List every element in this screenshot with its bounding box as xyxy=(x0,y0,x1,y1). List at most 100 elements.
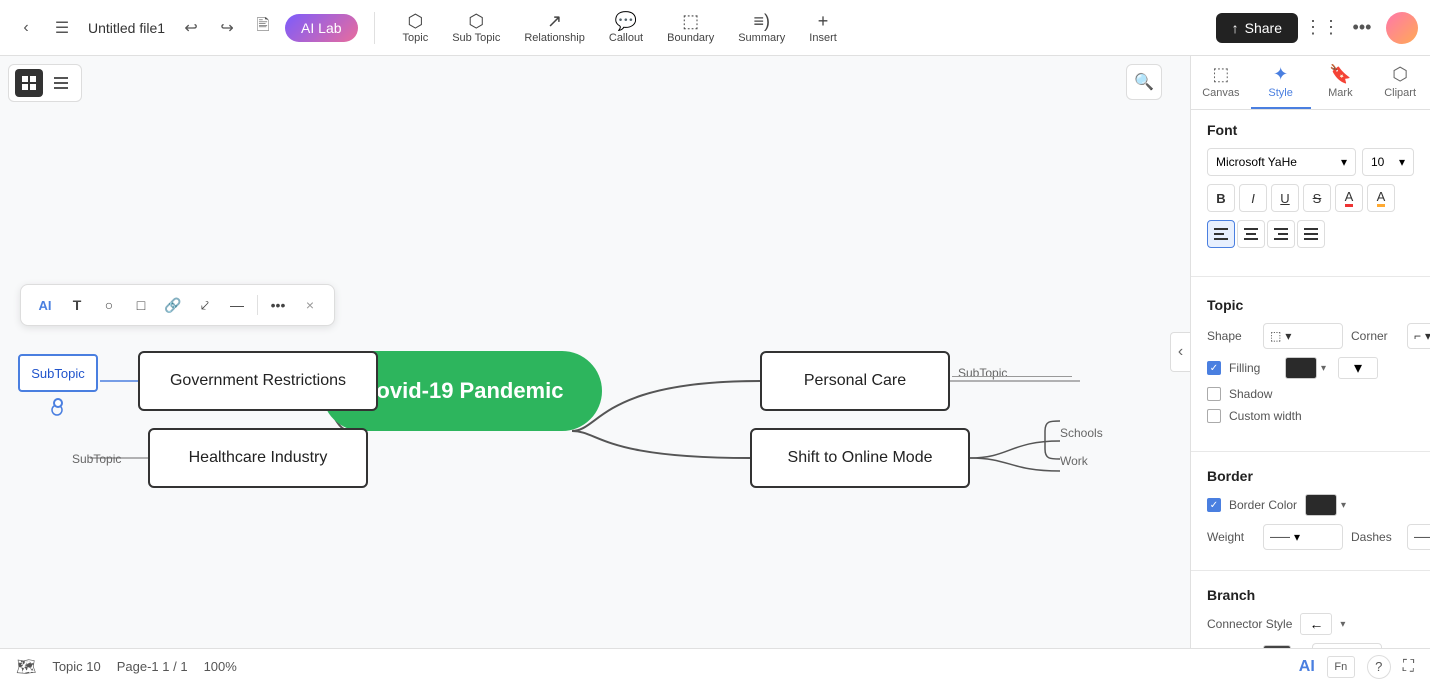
canvas-area[interactable]: 🔍 ‹ AI T ○ □ 🔗 ⤦ — ••• × xyxy=(0,56,1190,648)
personal-care-node[interactable]: Personal Care xyxy=(760,351,950,411)
tool-topic-label: Topic xyxy=(403,32,429,44)
font-size-arrow: ▾ xyxy=(1399,155,1405,169)
filling-color-swatch[interactable] xyxy=(1285,357,1317,379)
back-button[interactable]: ‹ xyxy=(12,14,40,42)
main-area: 🔍 ‹ AI T ○ □ 🔗 ⤦ — ••• × xyxy=(0,56,1430,648)
float-circle-button[interactable]: ○ xyxy=(95,291,123,319)
filling-secondary-arrow: ▾ xyxy=(1354,358,1362,378)
fn-button[interactable]: Fn xyxy=(1327,656,1355,678)
undo-button[interactable]: ↩ xyxy=(177,14,205,42)
filling-color-row: ▾ xyxy=(1285,357,1326,379)
online-mode-label: Shift to Online Mode xyxy=(788,449,933,467)
underline-button[interactable]: U xyxy=(1271,184,1299,212)
tool-boundary-label: Boundary xyxy=(667,32,714,44)
tool-insert-label: Insert xyxy=(809,32,837,44)
font-section: Font Microsoft YaHe ▾ 10 ▾ B I U S A xyxy=(1191,110,1430,268)
search-icon: 🔍 xyxy=(1134,72,1154,92)
float-line-button[interactable]: — xyxy=(223,291,251,319)
redo-button[interactable]: ↪ xyxy=(213,14,241,42)
align-justify-button[interactable] xyxy=(1297,220,1325,248)
float-branch-button[interactable]: ⤦ xyxy=(191,291,219,319)
corner-select[interactable]: ⌐ ▾ xyxy=(1407,323,1430,349)
float-more-button[interactable]: ••• xyxy=(264,291,292,319)
gov-restrictions-node[interactable]: Government Restrictions xyxy=(138,351,378,411)
tool-callout[interactable]: 💬 Callout xyxy=(597,8,655,48)
shadow-checkbox[interactable] xyxy=(1207,387,1221,401)
italic-button[interactable]: I xyxy=(1239,184,1267,212)
search-button[interactable]: 🔍 xyxy=(1126,64,1162,100)
section-divider-3 xyxy=(1191,570,1430,571)
list-view-button[interactable] xyxy=(47,69,75,97)
fullscreen-button[interactable]: ⛶ xyxy=(1403,658,1414,676)
callout-icon: 💬 xyxy=(615,12,637,30)
shadow-row: Shadow xyxy=(1207,387,1414,401)
weight-row: Weight —— ▾ Dashes —— ▾ xyxy=(1207,524,1414,550)
custom-width-checkbox[interactable] xyxy=(1207,409,1221,423)
align-left-button[interactable] xyxy=(1207,220,1235,248)
weight-select[interactable]: —— ▾ xyxy=(1263,524,1343,550)
personal-care-subtopic-label: SubTopic xyxy=(958,366,1007,380)
filling-secondary-swatch[interactable]: ▾ xyxy=(1338,357,1378,379)
tool-relationship[interactable]: ↗ Relationship xyxy=(512,8,597,48)
panel-toggle-button[interactable]: ‹ xyxy=(1170,332,1190,372)
font-color-button[interactable]: A xyxy=(1335,184,1363,212)
tab-mark[interactable]: 🔖 Mark xyxy=(1311,56,1371,109)
border-color-arrow[interactable]: ▾ xyxy=(1341,500,1346,511)
tab-canvas[interactable]: ⬚ Canvas xyxy=(1191,56,1251,109)
bold-button[interactable]: B xyxy=(1207,184,1235,212)
branch-section: Branch Connector Style ← ▾ Line ▾ Topic … xyxy=(1191,579,1430,648)
border-color-box-row: ▾ xyxy=(1305,494,1346,516)
connector-style-preview[interactable]: ← xyxy=(1300,613,1332,635)
highlight-button[interactable]: A xyxy=(1367,184,1395,212)
help-button[interactable]: ? xyxy=(1367,655,1391,679)
filling-checkbox[interactable]: ✓ xyxy=(1207,361,1221,375)
custom-width-label: Custom width xyxy=(1229,409,1302,423)
shape-select[interactable]: ⬚ ▾ xyxy=(1263,323,1343,349)
save-button[interactable]: 🖹 xyxy=(249,14,277,42)
border-color-checkbox[interactable]: ✓ xyxy=(1207,498,1221,512)
font-size-select[interactable]: 10 ▾ xyxy=(1362,148,1414,176)
align-right-button[interactable] xyxy=(1267,220,1295,248)
tool-insert[interactable]: + Insert xyxy=(797,8,849,48)
grid-view-button[interactable] xyxy=(15,69,43,97)
tool-summary[interactable]: ≡) Summary xyxy=(726,8,797,48)
grid-button[interactable]: ⋮⋮ xyxy=(1306,12,1338,44)
tool-relationship-label: Relationship xyxy=(524,32,585,44)
tool-subtopic[interactable]: ⬡ Sub Topic xyxy=(440,8,512,48)
float-close-button[interactable]: × xyxy=(296,291,324,319)
float-square-button[interactable]: □ xyxy=(127,291,155,319)
bottom-bar-right: AI Fn ? ⛶ xyxy=(1299,655,1414,679)
tool-boundary[interactable]: ⬚ Boundary xyxy=(655,8,726,48)
tab-style[interactable]: ✦ Style xyxy=(1251,56,1311,109)
tab-clipart[interactable]: ⬡ Clipart xyxy=(1370,56,1430,109)
float-text-button[interactable]: T xyxy=(63,291,91,319)
float-link-button[interactable]: 🔗 xyxy=(159,291,187,319)
selected-subtopic-node[interactable]: SubTopic xyxy=(18,354,98,392)
online-mode-node[interactable]: Shift to Online Mode xyxy=(750,428,970,488)
font-size-value: 10 xyxy=(1371,155,1384,169)
float-ai-button[interactable]: AI xyxy=(31,291,59,319)
border-color-swatch[interactable] xyxy=(1305,494,1337,516)
float-divider xyxy=(257,295,258,315)
font-family-select[interactable]: Microsoft YaHe ▾ xyxy=(1207,148,1356,176)
dashes-select[interactable]: —— ▾ xyxy=(1407,524,1430,550)
ai-lab-button[interactable]: AI Lab xyxy=(285,14,357,42)
menu-button[interactable]: ☰ xyxy=(48,14,76,42)
connector-style-arrow[interactable]: ▾ xyxy=(1340,619,1345,630)
healthcare-node[interactable]: Healthcare Industry xyxy=(148,428,368,488)
filling-color-arrow[interactable]: ▾ xyxy=(1321,363,1326,374)
more-button[interactable]: ••• xyxy=(1346,12,1378,44)
selected-subtopic-label: SubTopic xyxy=(31,366,84,381)
font-section-title: Font xyxy=(1207,122,1414,138)
align-center-button[interactable] xyxy=(1237,220,1265,248)
insert-icon: + xyxy=(818,12,829,30)
tool-topic[interactable]: ⬡ Topic xyxy=(391,8,441,48)
shape-icon: ⬚ xyxy=(1270,329,1281,343)
share-button[interactable]: ↑ Share xyxy=(1216,13,1298,43)
section-divider-1 xyxy=(1191,276,1430,277)
format-buttons: B I U S A A xyxy=(1207,184,1414,212)
strikethrough-button[interactable]: S xyxy=(1303,184,1331,212)
weight-line-preview: —— xyxy=(1270,532,1290,543)
left-subtopic-label: SubTopic xyxy=(72,452,121,466)
share-label: Share xyxy=(1245,20,1282,36)
